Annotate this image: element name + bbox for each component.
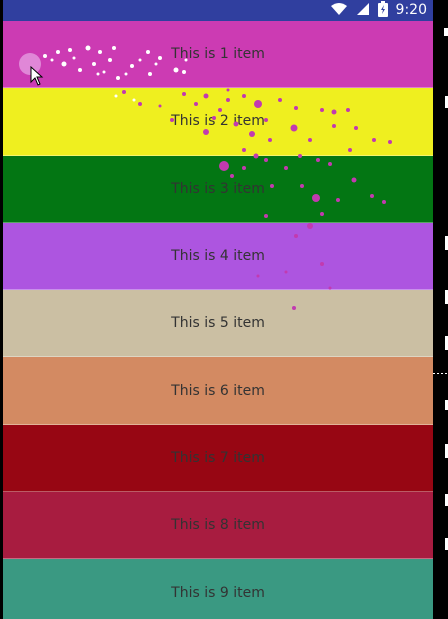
mouse-cursor-icon xyxy=(30,65,44,90)
list-item-label: This is 7 item xyxy=(171,449,265,466)
item-list[interactable]: This is 1 item This is 2 item This is 3 it… xyxy=(3,21,433,619)
list-item[interactable]: This is 8 item xyxy=(3,492,433,560)
status-icons: 9:20 xyxy=(330,0,427,21)
list-item[interactable]: This is 6 item xyxy=(3,357,433,425)
status-bar: 9:20 xyxy=(3,0,433,21)
list-item[interactable]: This is 2 item xyxy=(3,88,433,156)
list-item-label: This is 5 item xyxy=(171,315,265,332)
wifi-icon xyxy=(330,1,348,20)
list-item[interactable]: This is 5 item xyxy=(3,290,433,358)
list-item[interactable]: This is 3 item xyxy=(3,155,433,223)
list-item-label: This is 3 item xyxy=(171,180,265,197)
battery-icon xyxy=(377,0,388,21)
list-item-label: This is 9 item xyxy=(171,584,265,601)
list-item-label: This is 1 item xyxy=(171,46,265,63)
list-item-label: This is 4 item xyxy=(171,248,265,265)
list-item[interactable]: This is 1 item xyxy=(3,21,433,89)
list-item[interactable]: This is 7 item xyxy=(3,424,433,493)
signal-icon xyxy=(356,1,370,20)
list-item[interactable]: This is 9 item xyxy=(3,559,433,619)
list-item-label: This is 6 item xyxy=(171,382,265,399)
list-item-label: This is 8 item xyxy=(171,517,265,534)
clock-time: 9:20 xyxy=(395,2,427,18)
list-item[interactable]: This is 4 item xyxy=(3,222,433,291)
side-edge xyxy=(433,0,448,619)
list-item-label: This is 2 item xyxy=(171,113,265,130)
phone-screen: 9:20 This is 1 item This is 2 item This is… xyxy=(3,0,433,619)
